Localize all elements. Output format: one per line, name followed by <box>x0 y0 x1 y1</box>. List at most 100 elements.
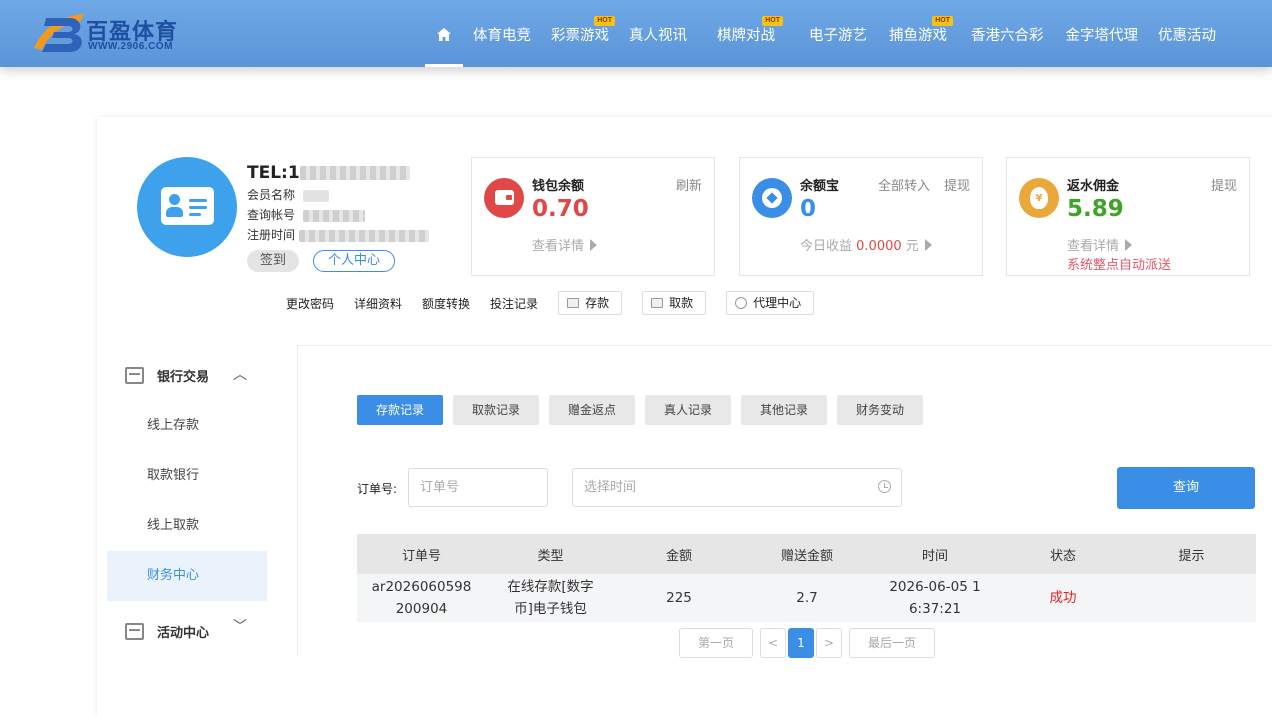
masked-value <box>299 229 430 242</box>
wallet-details-link[interactable]: 查看详情 <box>532 235 598 254</box>
prev-page-button[interactable]: < <box>760 628 786 658</box>
time-picker-input[interactable]: 选择时间 <box>572 468 902 507</box>
chevron-up-icon[interactable]: ︿ <box>233 364 247 384</box>
first-page-button[interactable]: 第一页 <box>679 628 753 658</box>
last-page-button[interactable]: 最后一页 <box>849 628 935 658</box>
caret-right-icon <box>924 239 932 251</box>
current-page-button[interactable]: 1 <box>788 628 814 658</box>
tab-other-records[interactable]: 其他记录 <box>741 395 827 425</box>
nav-label: 体育电竞 <box>473 28 531 44</box>
sidebar-item-online-withdraw[interactable]: 线上取款 <box>107 501 267 551</box>
caret-right-icon <box>590 239 598 251</box>
today-earnings-value: 0.0000 <box>856 239 902 254</box>
nav-label: 真人视讯 <box>629 28 687 44</box>
register-label: 注册时间 <box>247 228 296 242</box>
transfer-link[interactable]: 额度转换 <box>422 295 470 312</box>
order-number-label: 订单号: <box>357 482 398 496</box>
deposit-icon <box>567 298 580 308</box>
today-earnings[interactable]: 今日收益 0.0000 元 <box>800 235 932 254</box>
tab-withdraw-records[interactable]: 取款记录 <box>453 395 539 425</box>
withdraw-icon <box>651 298 664 308</box>
agent-center-button[interactable]: 代理中心 <box>726 291 815 315</box>
logo-mark-icon <box>34 14 84 52</box>
nav-label: 金字塔代理 <box>1065 28 1139 44</box>
caret-right-icon <box>1125 239 1133 251</box>
wallet-icon <box>484 178 524 218</box>
hot-badge: HOT <box>762 16 783 26</box>
column-header: 订单号 <box>357 534 486 574</box>
nav-chess[interactable]: 棋牌对战 HOT <box>697 0 787 67</box>
sidebar-item-finance-center[interactable]: 财务中心 <box>107 551 267 601</box>
status-cell: 成功 <box>999 574 1127 622</box>
main-nav: 体育电竞 彩票游戏 HOT 真人视讯 棋牌对战 HOT 电子游艺 捕鱼游戏 HOT 香… <box>425 0 1226 67</box>
wallet-title: 钱包余额 <box>532 179 585 194</box>
deposit-button[interactable]: 存款 <box>558 291 623 315</box>
personal-center-button[interactable]: 个人中心 <box>313 250 395 272</box>
bonus-cell: 2.7 <box>743 574 871 622</box>
member-name-row: 会员名称 <box>247 186 330 203</box>
sidebar-item-withdraw-bank[interactable]: 取款银行 <box>107 451 267 501</box>
sidebar-section-bank[interactable]: 银行交易 <box>125 366 209 385</box>
member-name-label: 会员名称 <box>247 188 296 202</box>
yuebao-title: 余额宝 <box>800 179 840 194</box>
column-header: 状态 <box>999 534 1127 574</box>
nav-home[interactable] <box>425 0 463 67</box>
sidebar-section-activity[interactable]: 活动中心 <box>125 622 209 641</box>
details-link[interactable]: 详细资料 <box>354 295 402 312</box>
tab-live-records[interactable]: 真人记录 <box>645 395 731 425</box>
column-header: 提示 <box>1127 534 1256 574</box>
tab-deposit-records[interactable]: 存款记录 <box>357 395 443 425</box>
hot-badge: HOT <box>932 16 953 26</box>
next-page-button[interactable]: > <box>816 628 842 658</box>
wallet-balance-card: 钱包余额 刷新 0.70 查看详情 <box>471 157 715 276</box>
nav-sports[interactable]: 体育电竞 <box>463 0 541 67</box>
nav-promotions[interactable]: 优惠活动 <box>1148 0 1226 67</box>
nav-slots[interactable]: 电子游艺 <box>787 0 879 67</box>
yuebao-icon <box>752 178 792 218</box>
nav-label: 捕鱼游戏 <box>889 28 947 44</box>
rebate-card: ¥ 返水佣金 提现 5.89 查看详情 系统整点自动派送 <box>1006 157 1250 276</box>
refresh-link[interactable]: 刷新 <box>676 175 702 194</box>
register-row: 注册时间 <box>247 226 430 243</box>
transfer-all-link[interactable]: 全部转入 <box>878 175 930 194</box>
rebate-details-link[interactable]: 查看详情 <box>1067 235 1133 254</box>
quick-links: 更改密码 详细资料 额度转换 投注记录 存款 取款 代理中心 <box>286 291 834 315</box>
masked-value <box>299 166 410 180</box>
nav-fishing[interactable]: 捕鱼游戏 HOT <box>879 0 957 67</box>
tab-finance-changes[interactable]: 财务变动 <box>837 395 923 425</box>
withdraw-button[interactable]: 取款 <box>642 291 707 315</box>
account-row: 查询帐号 <box>247 206 366 223</box>
bet-records-link[interactable]: 投注记录 <box>490 295 538 312</box>
masked-value <box>303 209 366 222</box>
chevron-down-icon[interactable]: ﹀ <box>233 616 247 636</box>
sidebar-item-online-deposit[interactable]: 线上存款 <box>107 401 267 451</box>
nav-label: 彩票游戏 <box>551 28 609 44</box>
query-button[interactable]: 查询 <box>1117 467 1255 509</box>
rebate-withdraw-link[interactable]: 提现 <box>1211 175 1237 194</box>
amount-cell: 225 <box>615 574 743 622</box>
yuebao-value: 0 <box>800 196 817 222</box>
nav-lottery[interactable]: 彩票游戏 HOT <box>541 0 619 67</box>
brand-logo[interactable]: 百盈体育 WWW.2906.COM <box>30 8 200 58</box>
nav-label: 香港六合彩 <box>971 28 1044 44</box>
withdraw-link[interactable]: 提现 <box>944 175 970 194</box>
rebate-value: 5.89 <box>1067 196 1124 222</box>
home-icon <box>437 28 451 41</box>
nav-label: 电子游艺 <box>809 28 867 44</box>
order-number-input[interactable]: 订单号 <box>408 468 548 507</box>
nav-mark-six[interactable]: 香港六合彩 <box>957 0 1056 67</box>
change-password-link[interactable]: 更改密码 <box>286 295 334 312</box>
masked-value <box>303 189 330 202</box>
nav-pyramid-agent[interactable]: 金字塔代理 <box>1056 0 1149 67</box>
avatar <box>137 157 237 257</box>
calendar-icon <box>125 623 144 640</box>
brand-url: WWW.2906.COM <box>88 41 173 52</box>
hot-badge: HOT <box>594 16 615 26</box>
type-cell: 在线存款[数字 币]电子钱包 <box>486 574 615 622</box>
tab-bonus-rebate[interactable]: 赠金返点 <box>549 395 635 425</box>
rebate-title: 返水佣金 <box>1067 179 1120 194</box>
nav-live-casino[interactable]: 真人视讯 <box>619 0 697 67</box>
clock-icon <box>878 480 891 493</box>
sign-in-button[interactable]: 签到 <box>247 250 299 272</box>
agent-icon <box>735 297 748 309</box>
